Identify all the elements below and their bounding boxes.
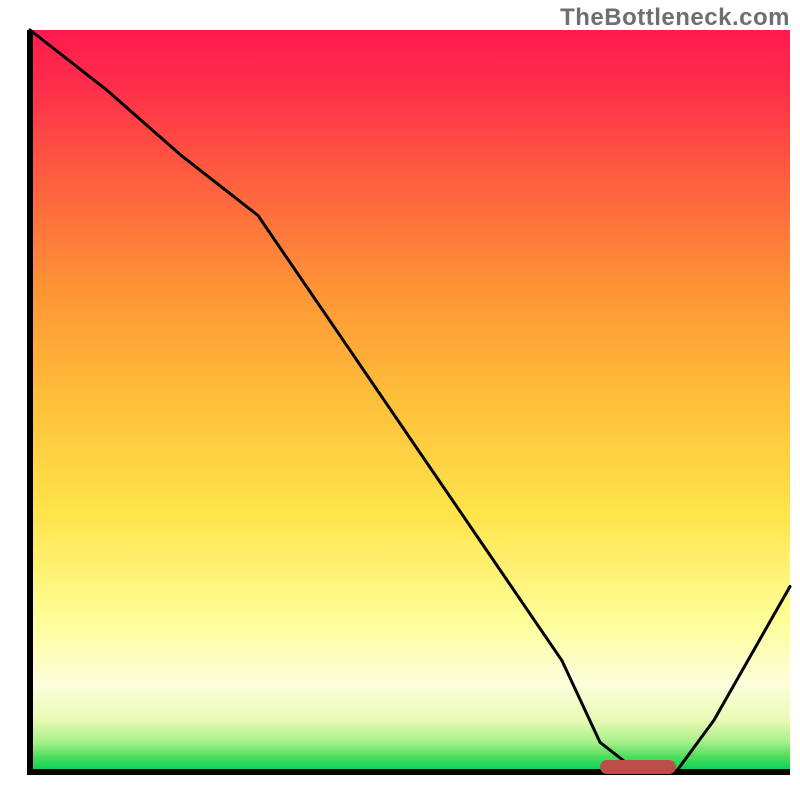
watermark-text: TheBottleneck.com [560,4,790,32]
plot-background [30,30,790,772]
bottleneck-marker [600,760,676,774]
bottleneck-chart [0,0,800,800]
